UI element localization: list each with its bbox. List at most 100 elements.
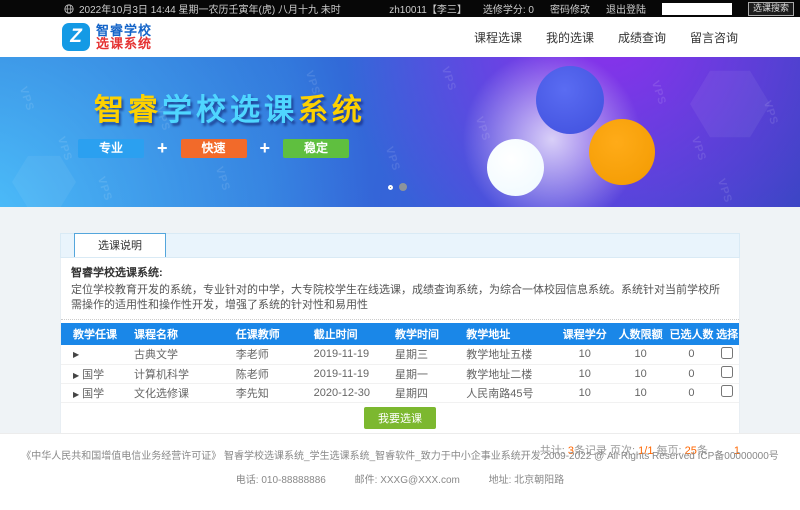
carousel-dots	[388, 183, 407, 191]
tab-course-instructions[interactable]: 选课说明	[74, 233, 166, 257]
vps-watermark: VPS	[439, 65, 458, 92]
cell-deadline: 2019-11-19	[302, 345, 383, 364]
hexagon-shape	[690, 67, 770, 141]
course-select-checkbox[interactable]	[721, 366, 733, 378]
col-header-address: 教学地址	[454, 323, 556, 345]
col-header-credit: 课程学分	[556, 323, 614, 345]
course-table: 教学任课 课程名称 任课教师 截止时间 教学时间 教学地址 课程学分 人数限额 …	[61, 323, 739, 403]
footer-copyright: 《中华人民共和国增值电信业务经营许可证》 智睿学校选课系统_学生选课系统_智睿软…	[0, 447, 800, 462]
cell-teacher: 李先知	[224, 383, 302, 402]
col-header-limit: 人数限额	[614, 323, 668, 345]
user-id: zh10011【李三】	[389, 1, 467, 16]
cell-time: 星期四	[383, 383, 454, 402]
col-header-select: 选择	[715, 323, 739, 345]
cell-limit: 10	[614, 383, 668, 402]
logo: Z 智睿学校 选课系统	[62, 23, 152, 51]
main-area: 选课说明 智睿学校选课系统: 定位学校教育开发的系统，专业针对的中学，大专院校学…	[0, 207, 800, 433]
cell-deadline: 2019-11-19	[302, 364, 383, 383]
banner-title-part2: 学校选课	[162, 94, 298, 127]
nav-item-my-courses[interactable]: 我的选课	[546, 29, 594, 46]
cell-limit: 10	[614, 364, 668, 383]
search-input[interactable]	[662, 3, 732, 15]
table-row: ▶国学 计算机科学 陈老师 2019-11-19 星期一 教学地址二楼 10 1…	[61, 364, 739, 383]
notice-body: 定位学校教育开发的系统，专业针对的中学，大专院校学生在线选课，成绩查询系统，为综…	[71, 283, 729, 313]
cell-time: 星期三	[383, 345, 454, 364]
carousel-dot-active[interactable]	[388, 185, 393, 190]
topbar: 2022年10月3日 14:44 星期一农历壬寅年(虎) 八月十九 未时 zh1…	[0, 0, 800, 17]
vps-watermark: VPS	[17, 85, 36, 112]
cell-teacher: 李老师	[224, 345, 302, 364]
table-row: ▶ 古典文学 李老师 2019-11-19 星期三 教学地址五楼 10 10 0	[61, 345, 739, 364]
tab-bar: 选课说明	[60, 233, 740, 258]
nav-item-messages[interactable]: 留言咨询	[690, 29, 738, 46]
course-select-checkbox[interactable]	[721, 385, 733, 397]
cell-credit: 10	[556, 345, 614, 364]
footer-email: 邮件: XXXG@XXX.com	[355, 475, 460, 486]
plus-sign: +	[260, 138, 271, 159]
cell-address: 人民南路45号	[454, 383, 556, 402]
content-panel: 智睿学校选课系统: 定位学校教育开发的系统，专业针对的中学，大专院校学生在线选课…	[60, 258, 740, 435]
cell-limit: 10	[614, 345, 668, 364]
badge-fast: 快速	[181, 139, 247, 158]
carousel-dot[interactable]	[399, 183, 407, 191]
decorative-circle-orange	[589, 119, 655, 185]
table-header-row: 教学任课 课程名称 任课教师 截止时间 教学时间 教学地址 课程学分 人数限额 …	[61, 323, 739, 345]
col-header-time: 教学时间	[383, 323, 454, 345]
course-select-checkbox[interactable]	[721, 347, 733, 359]
cell-address: 教学地址五楼	[454, 345, 556, 364]
cell-course: 计算机科学	[122, 364, 224, 383]
globe-icon	[64, 4, 74, 14]
decorative-circle-blue	[536, 66, 604, 134]
notice-block: 智睿学校选课系统: 定位学校教育开发的系统，专业针对的中学，大专院校学生在线选课…	[61, 258, 739, 320]
cell-time: 星期一	[383, 364, 454, 383]
col-header-deadline: 截止时间	[302, 323, 383, 345]
logo-line2: 选课系统	[96, 37, 152, 50]
vps-watermark: VPS	[473, 115, 492, 142]
notice-title: 智睿学校选课系统:	[71, 266, 729, 281]
banner-title-part1: 智睿	[94, 94, 162, 127]
col-header-teacher: 任课教师	[224, 323, 302, 345]
badge-professional: 专业	[78, 139, 144, 158]
col-header-category: 教学任课	[61, 323, 122, 345]
expand-row-icon[interactable]: ▶	[73, 350, 79, 359]
change-password-link[interactable]: 密码修改	[550, 1, 590, 16]
datetime-text: 2022年10月3日 14:44 星期一农历壬寅年(虎) 八月十九 未时	[79, 1, 341, 16]
cell-deadline: 2020-12-30	[302, 383, 383, 402]
logout-link[interactable]: 退出登陆	[606, 1, 646, 16]
vps-watermark: VPS	[715, 177, 734, 204]
search-button[interactable]: 选课搜索	[748, 2, 794, 16]
banner-title: 智睿学校选课系统	[94, 85, 366, 129]
cell-credit: 10	[556, 383, 614, 402]
cell-category: 国学	[82, 369, 104, 381]
cell-address: 教学地址二楼	[454, 364, 556, 383]
enroll-button[interactable]: 我要选课	[364, 407, 436, 429]
main-nav: 课程选课 我的选课 成绩查询 留言咨询	[474, 29, 738, 46]
footer-address: 地址: 北京朝阳路	[489, 475, 565, 486]
vps-watermark: VPS	[95, 175, 114, 202]
cell-selected: 0	[668, 364, 715, 383]
vps-watermark: VPS	[649, 79, 668, 106]
header: Z 智睿学校 选课系统 课程选课 我的选课 成绩查询 留言咨询	[0, 17, 800, 57]
vps-watermark: VPS	[689, 135, 708, 162]
cell-credit: 10	[556, 364, 614, 383]
credits-text: 选修学分: 0	[483, 1, 534, 16]
cell-course: 文化选修课	[122, 383, 224, 402]
nav-item-course-select[interactable]: 课程选课	[474, 29, 522, 46]
table-row: ▶国学 文化选修课 李先知 2020-12-30 星期四 人民南路45号 10 …	[61, 383, 739, 402]
banner-badges: 专业 + 快速 + 稳定	[78, 138, 349, 159]
vps-watermark: VPS	[383, 145, 402, 172]
col-header-course: 课程名称	[122, 323, 224, 345]
plus-sign: +	[157, 138, 168, 159]
vps-watermark: VPS	[213, 165, 232, 192]
hero-banner: VPS VPS VPS VPS VPS VPS VPS VPS VPS VPS …	[0, 57, 800, 207]
logo-z-icon: Z	[62, 23, 90, 51]
expand-row-icon[interactable]: ▶	[73, 371, 79, 380]
expand-row-icon[interactable]: ▶	[73, 390, 79, 399]
nav-item-grades[interactable]: 成绩查询	[618, 29, 666, 46]
footer-phone: 电话: 010-88888886	[236, 475, 326, 486]
cell-selected: 0	[668, 345, 715, 364]
cell-teacher: 陈老师	[224, 364, 302, 383]
badge-stable: 稳定	[283, 139, 349, 158]
cell-selected: 0	[668, 383, 715, 402]
col-header-selected: 已选人数	[668, 323, 715, 345]
